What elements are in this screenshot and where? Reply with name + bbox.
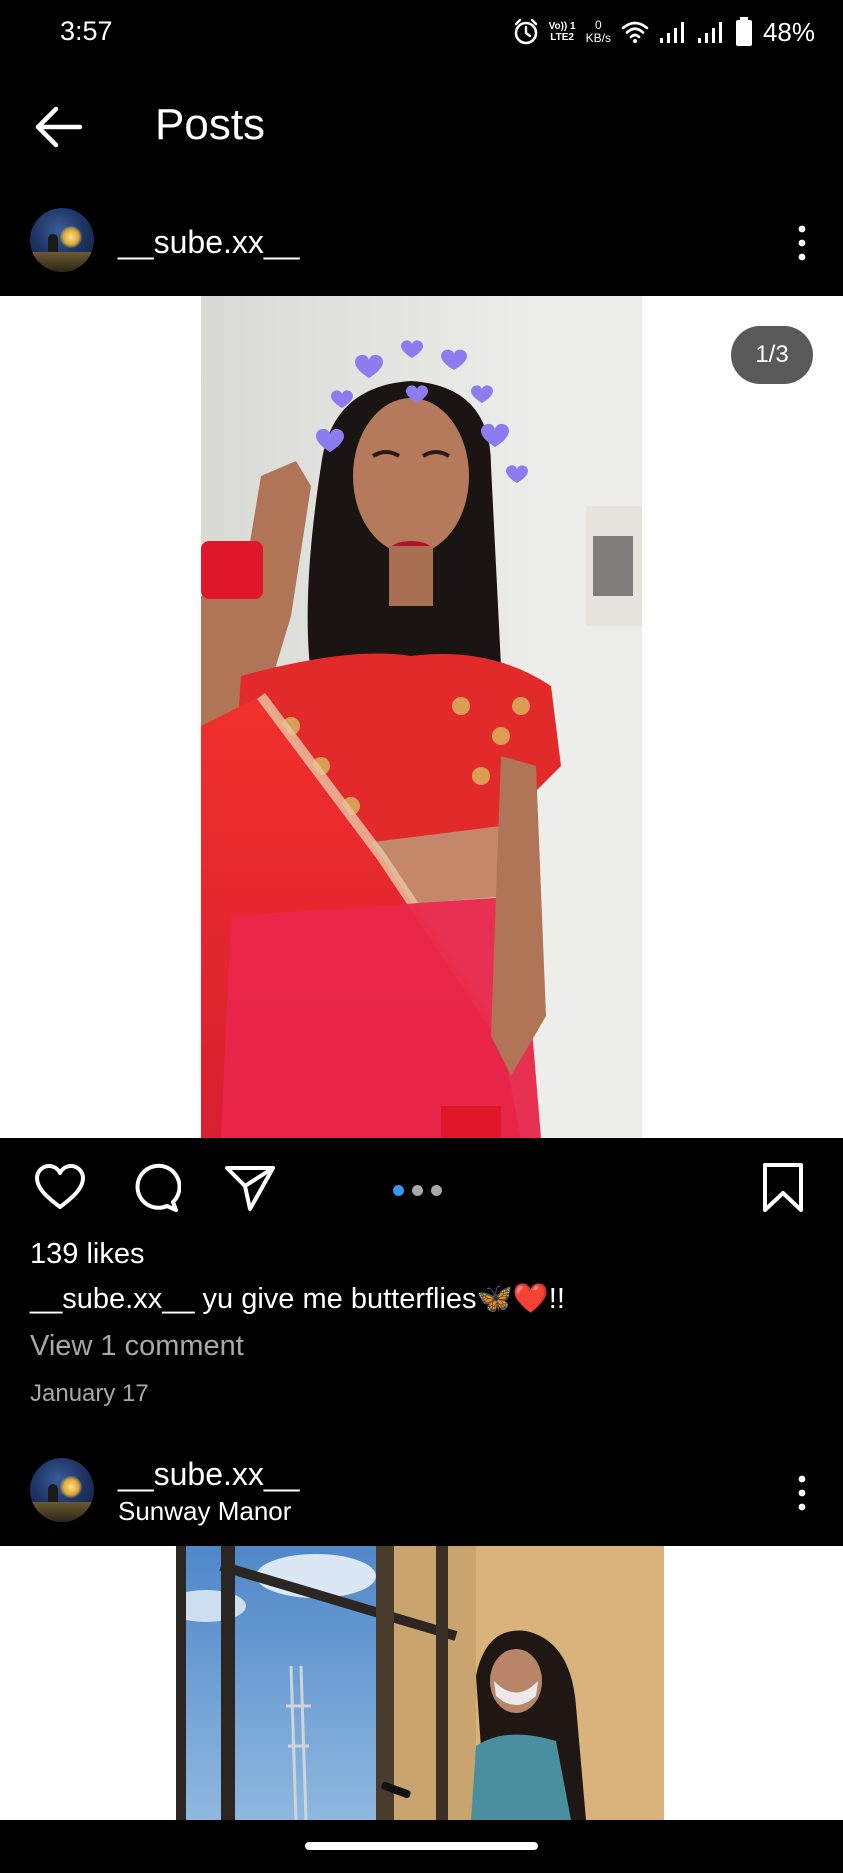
caption-username[interactable]: __sube.xx__ [30,1283,194,1315]
post-media[interactable]: 1/3 [0,296,843,1138]
network-speed: 0 KB/s [586,19,611,45]
media-counter-badge: 1/3 [731,326,813,384]
post-photo [201,296,642,1138]
carousel-dot-active [393,1185,404,1196]
share-button[interactable] [224,1162,276,1214]
page-title: Posts [155,100,266,149]
volte-bottom-label: LTE2 [550,32,574,43]
alarm-icon [513,18,539,46]
system-nav-bar [0,1820,843,1873]
bookmark-icon [763,1163,803,1212]
more-vertical-icon [798,1475,806,1511]
avatar[interactable] [30,208,94,272]
battery-icon [735,17,753,47]
more-vertical-icon [798,225,806,261]
heart-icon [35,1164,85,1209]
caption-text: yu give me butterflies🦋❤️!! [202,1283,565,1315]
post-caption: __sube.xx__ yu give me butterflies🦋❤️!! [30,1282,565,1316]
back-button[interactable] [30,102,88,152]
home-indicator[interactable] [305,1842,538,1850]
wifi-icon [621,20,649,44]
status-icons: Vo)) 1 LTE2 0 KB/s 48% [513,14,815,50]
status-bar: 3:57 Vo)) 1 LTE2 0 KB/s 48% [0,0,843,64]
carousel-dot [431,1185,442,1196]
carousel-dot [412,1185,423,1196]
arrow-left-icon [35,106,83,148]
post-photo-image [176,1546,664,1820]
post-header: __sube.xx__ [0,190,843,296]
more-options-button[interactable] [787,1468,817,1518]
volte-top-label: Vo)) 1 [548,21,576,32]
volte-indicator: Vo)) 1 LTE2 [549,21,576,43]
like-button[interactable] [34,1162,86,1214]
post-date: January 17 [30,1380,149,1407]
post-username[interactable]: __sube.xx__ [118,1456,299,1493]
send-icon [225,1166,275,1211]
view-comments-link[interactable]: View 1 comment [30,1330,244,1363]
more-options-button[interactable] [787,218,817,268]
post-media-2[interactable] [0,1546,843,1820]
post-username[interactable]: __sube.xx__ [118,224,299,261]
post-photo [176,1546,664,1820]
signal-icon-2 [697,20,725,44]
avatar[interactable] [30,1458,94,1522]
save-button[interactable] [757,1162,809,1214]
status-time: 3:57 [60,16,113,46]
signal-icon [659,20,687,44]
carousel-indicator [393,1185,442,1196]
battery-percent: 48% [762,16,815,47]
app-header: Posts [0,64,843,190]
post-header-2: __sube.xx__ Sunway Manor [0,1440,843,1546]
likes-count[interactable]: 139 likes [30,1238,144,1271]
comment-icon [135,1163,182,1212]
network-speed-unit: KB/s [585,31,611,45]
post-location[interactable]: Sunway Manor [118,1496,291,1527]
post-actions [0,1138,843,1233]
post-photo-image [201,296,642,1138]
comment-button[interactable] [129,1162,182,1214]
